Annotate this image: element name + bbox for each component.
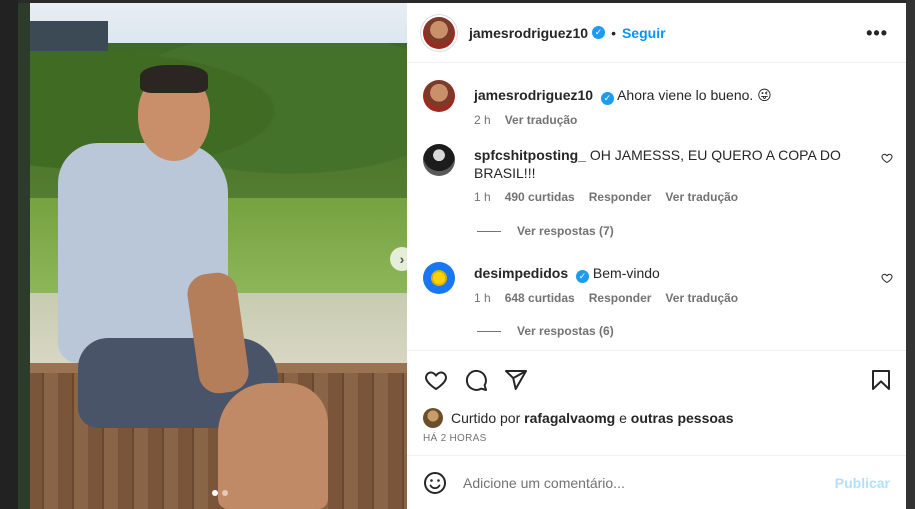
comment-meta: 1 h 648 curtidas Responder Ver tradução [474, 291, 893, 305]
comment-item: spfcshitposting_ OH JAMESSS, EU QUERO A … [423, 144, 893, 204]
comment-username[interactable]: desimpedidos [474, 265, 568, 281]
caption-avatar[interactable] [423, 80, 455, 112]
view-replies-button[interactable]: Ver respostas (6) [477, 324, 614, 338]
view-replies-label: Ver respostas (6) [517, 324, 614, 338]
photo-building [18, 21, 108, 51]
comment-text-row: spfcshitposting_ OH JAMESSS, EU QUERO A … [474, 144, 893, 182]
reply-button[interactable]: Responder [589, 291, 652, 305]
caption-comment: jamesrodriguez10 ✓ Ahora viene lo bueno.… [423, 80, 893, 127]
publish-button[interactable]: Publicar [835, 475, 890, 491]
verified-badge-icon: ✓ [592, 26, 606, 39]
next-photo-button[interactable]: › [390, 247, 407, 271]
caption-meta: 2 h Ver tradução [474, 113, 893, 127]
follow-button[interactable]: Seguir [622, 25, 666, 41]
comment-like-heart-icon[interactable] [881, 152, 893, 167]
caption-text-row: jamesrodriguez10 ✓ Ahora viene lo bueno.… [474, 80, 893, 105]
caption-username[interactable]: jamesrodriguez10 [474, 87, 593, 103]
comment-time[interactable]: 1 h [474, 190, 491, 204]
reply-button[interactable]: Responder [589, 190, 652, 204]
photo-pole [18, 3, 30, 509]
author-username[interactable]: jamesrodriguez10 [469, 25, 588, 41]
translate-link[interactable]: Ver tradução [665, 291, 738, 305]
post-side-panel: jamesrodriguez10 ✓ • Seguir ••• jamesrod… [407, 3, 906, 509]
translate-link[interactable]: Ver tradução [665, 190, 738, 204]
comments-list[interactable]: jamesrodriguez10 ✓ Ahora viene lo bueno.… [407, 64, 906, 350]
comment-input[interactable] [463, 474, 823, 491]
liked-by-row: Curtido por rafagalvaomg e outras pessoa… [423, 408, 734, 428]
post-actions [407, 350, 906, 405]
verified-badge-icon: ✓ [576, 269, 590, 283]
bookmark-icon[interactable] [868, 367, 894, 393]
replies-line [477, 330, 501, 332]
comment-time[interactable]: 1 h [474, 291, 491, 305]
view-replies-button[interactable]: Ver respostas (7) [477, 224, 614, 238]
caption-time[interactable]: 2 h [474, 113, 491, 127]
liked-by-others[interactable]: outras pessoas [631, 410, 734, 426]
replies-line [477, 230, 501, 232]
emoji-icon[interactable] [423, 471, 447, 495]
caption-text: Ahora viene lo bueno. 😜 [617, 87, 772, 103]
comment-avatar[interactable] [423, 262, 455, 294]
person-leg [218, 383, 328, 509]
add-comment-bar: Publicar [407, 455, 906, 509]
liked-by-prefix: Curtido por [451, 410, 521, 426]
comment-avatar[interactable] [423, 144, 455, 176]
backdrop-right [906, 0, 915, 509]
view-replies-label: Ver respostas (7) [517, 224, 614, 238]
liked-by-joiner: e [619, 410, 627, 426]
post-timestamp[interactable]: HÁ 2 HORAS [423, 433, 487, 444]
liker-avatar[interactable] [423, 408, 443, 428]
verified-badge-icon: ✓ [600, 91, 614, 105]
share-icon[interactable] [503, 367, 529, 393]
carousel-dot-active [212, 490, 218, 496]
heart-icon[interactable] [423, 367, 449, 393]
comment-meta: 1 h 490 curtidas Responder Ver tradução [474, 190, 893, 204]
carousel-dots [212, 490, 228, 496]
comment-username[interactable]: spfcshitposting_ [474, 147, 586, 163]
author-avatar[interactable] [423, 16, 455, 49]
comment-likes-count[interactable]: 490 curtidas [505, 190, 575, 204]
comment-text-row: desimpedidos ✓ Bem-vindo [474, 262, 893, 283]
whistle-logo-icon [431, 270, 447, 286]
chevron-right-icon: › [399, 251, 405, 267]
comment-like-heart-icon[interactable] [881, 272, 893, 287]
caption-translate-link[interactable]: Ver tradução [505, 113, 578, 127]
comment-text: Bem-vindo [592, 265, 660, 281]
header-separator: • [611, 24, 616, 41]
liked-by-user[interactable]: rafagalvaomg [524, 410, 615, 426]
comment-icon[interactable] [463, 367, 489, 393]
more-options-icon[interactable]: ••• [866, 23, 888, 44]
comment-item: desimpedidos ✓ Bem-vindo 1 h 648 curtida… [423, 262, 893, 305]
comment-likes-count[interactable]: 648 curtidas [505, 291, 575, 305]
post-header: jamesrodriguez10 ✓ • Seguir ••• [407, 3, 906, 63]
post-photo[interactable]: › [18, 3, 407, 509]
person-hair [140, 65, 208, 93]
backdrop-left [0, 0, 18, 509]
carousel-dot [222, 490, 228, 496]
